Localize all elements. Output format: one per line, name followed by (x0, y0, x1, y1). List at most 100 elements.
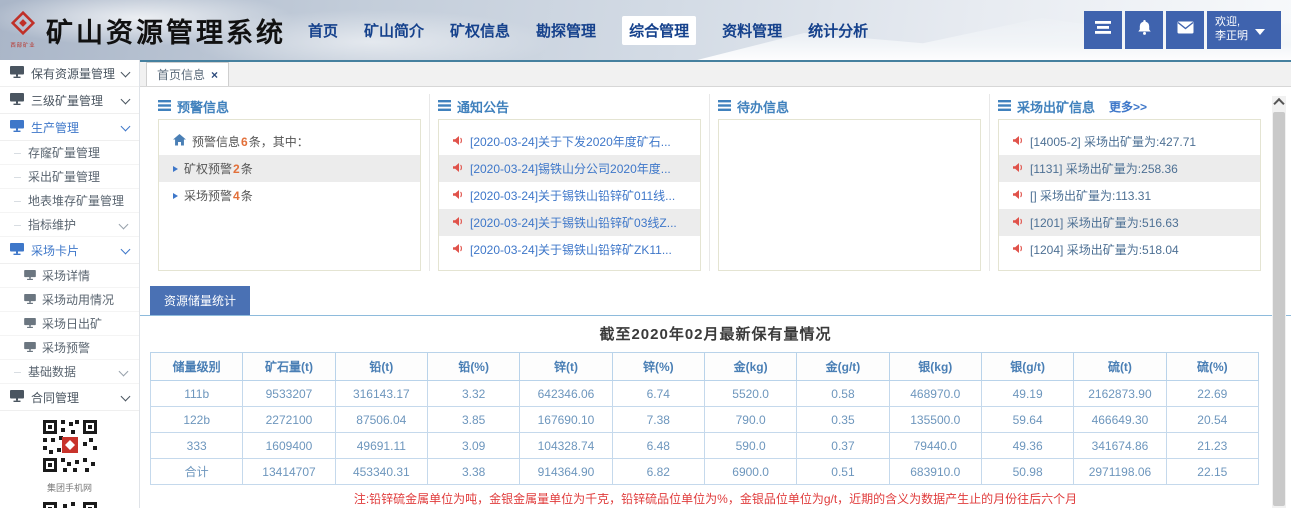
sidebar-item-stope-details[interactable]: 采场详情 (0, 264, 139, 288)
table-cell: 59.64 (981, 407, 1073, 433)
outmine-item[interactable]: [] 采场出矿量为:113.31 (999, 182, 1260, 209)
nav-item-mine-intro[interactable]: 矿山简介 (364, 20, 424, 41)
user-menu[interactable]: 欢迎, 李正明 (1207, 11, 1281, 49)
table-cell: 87506.04 (335, 407, 427, 433)
notice-item[interactable]: [2020-03-24]关于锡铁山铅锌矿011线... (439, 182, 700, 209)
sidebar-item-three-level[interactable]: 三级矿量管理 (0, 87, 139, 114)
table-cell: 6.74 (612, 381, 704, 407)
nav-item-materials[interactable]: 资料管理 (722, 20, 782, 41)
scrollbar-thumb[interactable] (1273, 112, 1285, 506)
sidebar-item-mined-ore[interactable]: 采出矿量管理 (0, 165, 139, 189)
table-cell: 914364.90 (520, 459, 612, 485)
close-icon[interactable] (211, 68, 218, 82)
nav-item-exploration[interactable]: 勘探管理 (536, 20, 596, 41)
panel-title: 预警信息 (177, 97, 229, 116)
table-header-cell: 储量级别 (151, 353, 243, 381)
sidebar-item-surface-stockpile[interactable]: 地表堆存矿量管理 (0, 189, 139, 213)
more-link[interactable]: 更多>> (1109, 98, 1147, 115)
table-row-total: 合计 13414707 453340.31 3.38 914364.90 6.8… (151, 459, 1259, 485)
notice-item[interactable]: [2020-03-24]关于锡铁山铅锌矿03线Z... (439, 209, 700, 236)
dashboard-panels: 预警信息 预警信息6 条，其中： 矿权预警2 条 采场预警4 条 (140, 87, 1291, 271)
table-cell: 104328.74 (520, 433, 612, 459)
sidebar-item-stope-warning[interactable]: 采场预警 (0, 336, 139, 360)
nav-item-statistics[interactable]: 统计分析 (808, 20, 868, 41)
notice-item[interactable]: [2020-03-24]关于下发2020年度矿石... (439, 128, 700, 155)
table-cell: 79440.0 (889, 433, 981, 459)
tab-bar: 首页信息 (140, 60, 1291, 87)
megaphone-icon (453, 243, 465, 257)
outmine-item[interactable]: [14005-2] 采场出矿量为:427.71 (999, 128, 1260, 155)
chevron-down-icon (121, 68, 131, 78)
table-cell: 167690.10 (520, 407, 612, 433)
mail-button[interactable] (1166, 11, 1204, 49)
table-cell: 590.0 (704, 433, 796, 459)
notification-button[interactable] (1125, 11, 1163, 49)
monitor-icon (10, 243, 24, 258)
table-cell: 790.0 (704, 407, 796, 433)
outmine-item[interactable]: [1201] 采场出矿量为:516.63 (999, 209, 1260, 236)
bell-icon (1137, 20, 1152, 40)
mail-icon (1177, 21, 1194, 39)
list-icon (998, 99, 1011, 114)
chevron-down-icon (121, 245, 131, 255)
sidebar-item-contract[interactable]: 合同管理 (0, 384, 139, 411)
company-logo-icon: 西部矿业 (8, 11, 38, 49)
monitor-icon (24, 341, 36, 355)
tab-resource-reserve-stats[interactable]: 资源储量统计 (150, 286, 250, 315)
outmine-item[interactable]: [1204] 采场出矿量为:518.04 (999, 236, 1260, 263)
qr-code-secondary (0, 500, 139, 508)
list-icon (158, 99, 171, 114)
table-cell: 0.37 (797, 433, 889, 459)
table-cell: 0.51 (797, 459, 889, 485)
table-cell: 合计 (151, 459, 243, 485)
panel-title: 通知公告 (457, 97, 509, 116)
sidebar-item-retained-reserves[interactable]: 保有资源量管理 (0, 60, 139, 87)
list-icon (718, 99, 731, 114)
panel-title: 采场出矿信息 (1017, 97, 1095, 116)
tab-home-info[interactable]: 首页信息 (146, 62, 229, 86)
table-cell: 1609400 (243, 433, 335, 459)
table-cell: 3.38 (427, 459, 519, 485)
vertical-scrollbar[interactable] (1272, 96, 1286, 508)
table-cell: 5520.0 (704, 381, 796, 407)
sidebar-item-base-data[interactable]: 基础数据 (0, 360, 139, 384)
warning-row-stope[interactable]: 采场预警4 条 (159, 182, 420, 209)
notice-item[interactable]: [2020-03-24]关于锡铁山铅锌矿ZK11... (439, 236, 700, 263)
scroll-up-icon[interactable] (1272, 96, 1286, 111)
nav-item-comprehensive[interactable]: 综合管理 (622, 16, 696, 45)
table-cell: 22.69 (1166, 381, 1258, 407)
megaphone-icon (1013, 216, 1025, 230)
table-cell: 3.09 (427, 433, 519, 459)
table-header-cell: 铅(t) (335, 353, 427, 381)
notice-item[interactable]: [2020-03-24]锡铁山分公司2020年度... (439, 155, 700, 182)
panel-notice: 通知公告 [2020-03-24]关于下发2020年度矿石... [2020-0… (429, 94, 709, 271)
table-cell: 111b (151, 381, 243, 407)
outmine-item[interactable]: [1131] 采场出矿量为:258.36 (999, 155, 1260, 182)
sidebar-item-production[interactable]: 生产管理 (0, 114, 139, 141)
sidebar-item-stored-ore[interactable]: 存窿矿量管理 (0, 141, 139, 165)
table-cell: 333 (151, 433, 243, 459)
panel-warning: 预警信息 预警信息6 条，其中： 矿权预警2 条 采场预警4 条 (150, 94, 429, 271)
main-nav: 首页 矿山简介 矿权信息 勘探管理 综合管理 资料管理 统计分析 (308, 16, 868, 45)
sidebar-item-indicator-maintenance[interactable]: 指标维护 (0, 213, 139, 237)
sidebar-item-stope-card[interactable]: 采场卡片 (0, 237, 139, 264)
triangle-right-icon (173, 193, 178, 199)
table-cell: 50.98 (981, 459, 1073, 485)
sidebar-item-stope-daily-output[interactable]: 采场日出矿 (0, 312, 139, 336)
table-header-cell: 银(kg) (889, 353, 981, 381)
megaphone-icon (1013, 243, 1025, 257)
warning-row-mining-rights[interactable]: 矿权预警2 条 (159, 155, 420, 182)
table-cell: 683910.0 (889, 459, 981, 485)
list-button[interactable] (1084, 11, 1122, 49)
nav-item-home[interactable]: 首页 (308, 20, 338, 41)
chevron-down-icon (121, 392, 131, 402)
table-header-cell: 金(g/t) (797, 353, 889, 381)
table-header-cell: 锌(%) (612, 353, 704, 381)
table-cell: 6900.0 (704, 459, 796, 485)
qr-code-mobile: 集团手机网 (0, 418, 139, 494)
table-cell: 2272100 (243, 407, 335, 433)
table-cell: 135500.0 (889, 407, 981, 433)
sidebar-item-stope-usage[interactable]: 采场动用情况 (0, 288, 139, 312)
nav-item-mining-rights[interactable]: 矿权信息 (450, 20, 510, 41)
todo-empty-box (718, 119, 981, 271)
